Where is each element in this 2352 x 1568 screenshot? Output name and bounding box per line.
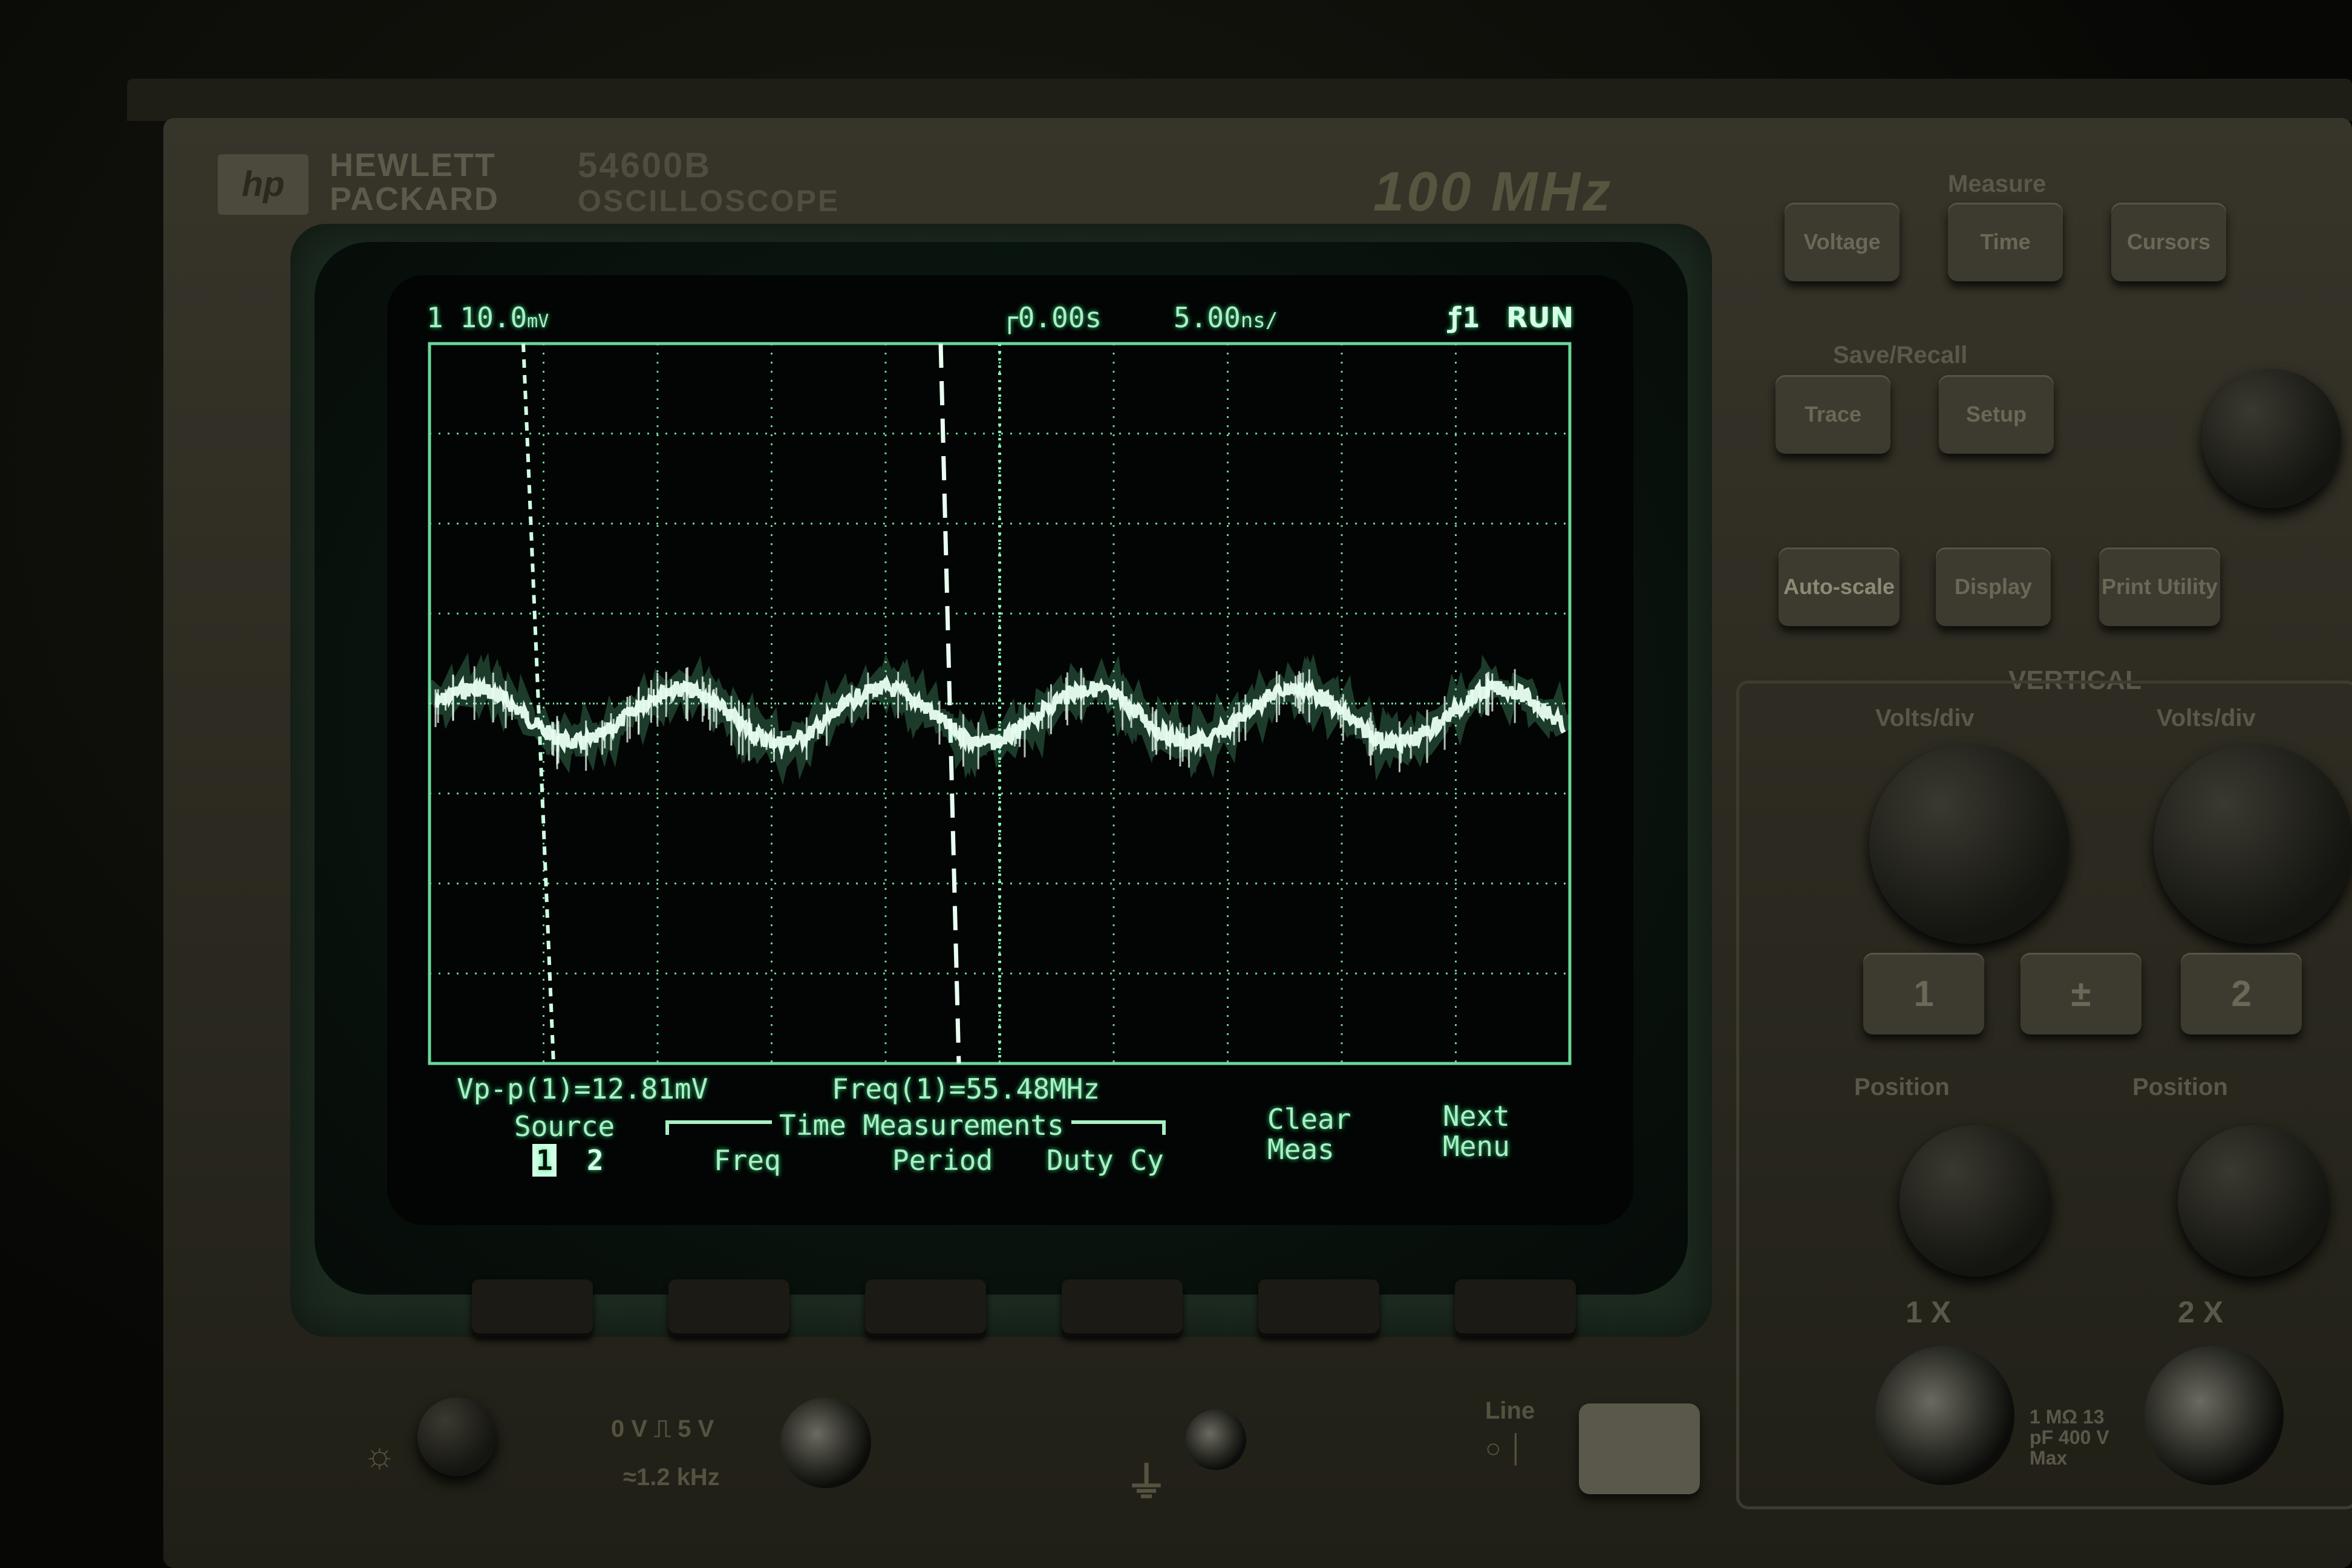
ch2-volts-knob[interactable] (2154, 744, 2352, 944)
ch2-position-knob[interactable] (2178, 1125, 2329, 1276)
ch1-bnc-connector[interactable] (1875, 1346, 2014, 1485)
autoscale-button[interactable]: Auto-scale (1779, 547, 1900, 626)
softkey-button-1[interactable] (472, 1279, 593, 1337)
calibration-output-connector[interactable] (780, 1397, 871, 1488)
softkey-button-3[interactable] (865, 1279, 986, 1337)
ch1-position-knob[interactable] (1900, 1125, 2051, 1276)
cursor-knob[interactable] (2202, 369, 2341, 508)
volts-div-label-2: Volts/div (2157, 705, 2256, 731)
ground-terminal[interactable] (1186, 1410, 1246, 1470)
softkey-button-5[interactable] (1258, 1279, 1379, 1337)
print-utility-button[interactable]: Print Utility (2099, 547, 2220, 626)
ch2-button[interactable]: 2 (2181, 953, 2302, 1034)
input-1-label: 1 X (1906, 1295, 1952, 1329)
power-button[interactable] (1579, 1403, 1700, 1494)
measurement-vpp: Vp-p(1)=12.81mV (457, 1073, 708, 1105)
intensity-icon: ☼ (363, 1434, 396, 1475)
voltage-button[interactable]: Voltage (1785, 203, 1900, 281)
calibration-frequency: ≈1.2 kHz (623, 1464, 720, 1491)
intensity-knob[interactable] (417, 1397, 496, 1476)
ch2-bnc-connector[interactable] (2145, 1346, 2284, 1485)
measurement-freq: Freq(1)=55.48MHz (832, 1073, 1100, 1105)
power-state-icons: ○ │ (1485, 1434, 1526, 1463)
time-button[interactable]: Time (1948, 203, 2063, 281)
group-bracket-left (665, 1120, 772, 1135)
softkey-next: Next Menu (1443, 1100, 1510, 1163)
softkey-period: Period (892, 1144, 993, 1177)
math-button[interactable]: ± (2020, 953, 2141, 1034)
softkey-button-6[interactable] (1455, 1279, 1576, 1337)
group-title: Time Measurements (779, 1109, 1064, 1142)
volts-div-label-1: Volts/div (1875, 705, 1975, 731)
line-label: Line (1485, 1397, 1535, 1424)
cursors-button[interactable]: Cursors (2111, 203, 2226, 281)
time-measurements-group: Time Measurements (665, 1110, 1166, 1140)
group-bracket-right (1071, 1120, 1166, 1135)
position-label-1: Position (1854, 1074, 1950, 1100)
save-recall-label: Save/Recall (1833, 342, 1968, 368)
softkey-duty: Duty Cy (1047, 1144, 1164, 1177)
calibration-label: 0 V ⎍ 5 V (611, 1416, 714, 1442)
softkey-source-1: 1 (532, 1144, 557, 1177)
softkey-source-2: 2 (587, 1144, 604, 1177)
ground-icon: ⏚ (1125, 1459, 1168, 1506)
softkey-button-4[interactable] (1062, 1279, 1183, 1337)
setup-button[interactable]: Setup (1939, 375, 2054, 454)
softkey-freq: Freq (714, 1144, 781, 1177)
ch1-volts-knob[interactable] (1869, 744, 2069, 944)
trace-button[interactable]: Trace (1775, 375, 1890, 454)
softkey-source-label: Source (514, 1110, 615, 1143)
ch1-button[interactable]: 1 (1863, 953, 1984, 1034)
position-label-2: Position (2132, 1074, 2228, 1100)
measure-group-label: Measure (1948, 171, 2047, 197)
softkey-clear: Clear Meas (1267, 1103, 1351, 1166)
grid-lines (428, 342, 1572, 1065)
input-rating: 1 MΩ 13 pF 400 V Max (2030, 1406, 2109, 1469)
input-2-label: 2 X (2178, 1295, 2224, 1329)
display-button[interactable]: Display (1936, 547, 2051, 626)
softkey-button-2[interactable] (668, 1279, 789, 1337)
